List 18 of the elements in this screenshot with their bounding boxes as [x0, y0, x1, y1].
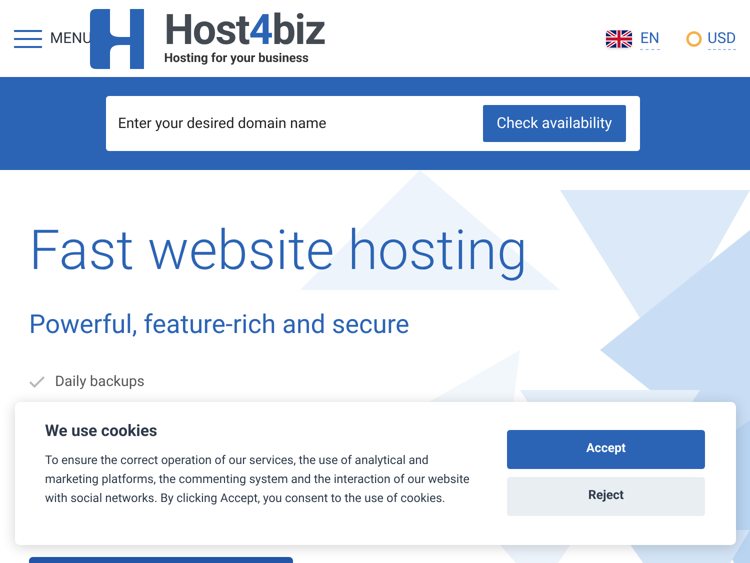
reject-button[interactable]: Reject	[507, 477, 705, 516]
cookie-title: We use cookies	[45, 420, 158, 442]
menu-icon	[14, 30, 42, 48]
feature-text: Daily backups	[55, 372, 144, 392]
hero-button[interactable]	[29, 557, 293, 563]
uk-flag-icon	[606, 30, 632, 48]
check-icon	[29, 376, 45, 388]
hero-subtitle: Powerful, feature-rich and secure	[29, 309, 410, 342]
check-availability-button[interactable]: Check availability	[482, 105, 626, 142]
coin-icon	[686, 30, 702, 46]
domain-search-field[interactable]: Enter your desired domain name Check availability	[106, 96, 640, 151]
accept-button[interactable]: Accept	[507, 430, 705, 469]
language-selector[interactable]: EN	[606, 26, 660, 50]
logo-text: Host4biz	[164, 11, 326, 52]
hero-title: Fast website hosting	[29, 218, 528, 284]
currency-selector[interactable]: USD	[686, 26, 736, 50]
cookie-text: To ensure the correct operation of our services, the use of analytical and marketing platforms, the commenting system and the interaction of our website with social networks. By clicking Accept, you consent to the use of cookies.	[45, 452, 471, 507]
logo-tagline: Hosting for your business	[164, 53, 310, 66]
